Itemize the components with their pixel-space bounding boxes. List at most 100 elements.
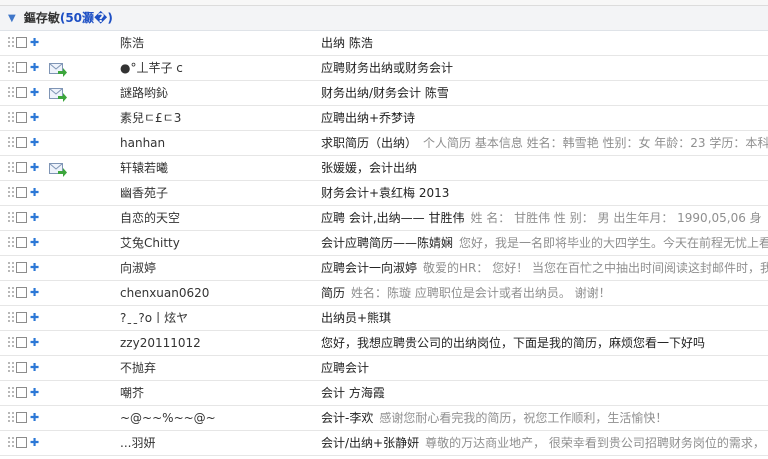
mail-subject-cell[interactable]: 会计应聘简历——陈婧娴 您好，我是一名即将毕业的大四学生。今天在前程无忧上看 xyxy=(321,231,768,255)
mail-sender[interactable]: 轩辕若曦 xyxy=(120,156,310,180)
mail-subject-cell[interactable]: 会计/出纳+张静妍 尊敬的万达商业地产， 很荣幸看到贵公司招聘财务岗位的需求， xyxy=(321,431,768,455)
mail-row[interactable]: ✚ hanhan 求职简历（出纳） 个人简历 基本信息 姓名：韩雪艳 性别：女 年龄：… xyxy=(0,131,768,156)
plus-icon[interactable]: ✚ xyxy=(30,306,42,330)
mail-sender[interactable]: 幽香苑子 xyxy=(120,181,310,205)
select-checkbox[interactable] xyxy=(16,362,27,373)
mail-sender[interactable]: ~@~~%~~@~ xyxy=(120,406,310,430)
mail-subject-cell[interactable]: 应聘 会计,出纳—— 甘胜伟姓 名： 甘胜伟 性 别： 男 出生年月： 1990… xyxy=(321,206,768,230)
mail-subject-cell[interactable]: 应聘财务出纳或财务会计 xyxy=(321,56,768,80)
mail-sender[interactable]: ...羽妍 xyxy=(120,431,310,455)
mail-sender[interactable]: 素兒ㄷ£ㄷ3 xyxy=(120,106,310,130)
mail-row[interactable]: ✚ ~@~~%~~@~ 会计-李欢 感谢您耐心看完我的简历，祝您工作顺利，生活愉快！ xyxy=(0,406,768,431)
mail-row[interactable]: ✚ 不抛弃 应聘会计 xyxy=(0,356,768,381)
mail-sender[interactable]: 陈浩 xyxy=(120,31,310,55)
mail-subject-cell[interactable]: 应聘出纳+乔梦诗 xyxy=(321,106,768,130)
mail-sender[interactable]: chenxuan0620 xyxy=(120,281,310,305)
select-checkbox[interactable] xyxy=(16,312,27,323)
mail-row[interactable]: ✚ ●°丄芊子 c 应聘财务出纳或财务会计 xyxy=(0,56,768,81)
drag-handle-icon[interactable] xyxy=(8,237,14,249)
plus-icon[interactable]: ✚ xyxy=(30,181,42,205)
plus-icon[interactable]: ✚ xyxy=(30,206,42,230)
mail-subject-cell[interactable]: 会计 方海霞 xyxy=(321,381,768,405)
plus-icon[interactable]: ✚ xyxy=(30,331,42,355)
mail-subject-cell[interactable]: 出纳 陈浩 xyxy=(321,31,768,55)
select-checkbox[interactable] xyxy=(16,412,27,423)
drag-handle-icon[interactable] xyxy=(8,162,14,174)
mail-row[interactable]: ✚ ...羽妍 会计/出纳+张静妍 尊敬的万达商业地产， 很荣幸看到贵公司招聘财务岗位… xyxy=(0,431,768,456)
mail-row[interactable]: ✚ 向淑婷 应聘会计一向淑婷 敬爱的HR： 您好！ 当您在百忙之中抽出时间阅读这封邮件… xyxy=(0,256,768,281)
plus-icon[interactable]: ✚ xyxy=(30,31,42,55)
mail-group-header[interactable]: ▼ 鏂存敏(50灏�) xyxy=(0,6,768,31)
mail-sender[interactable]: ●°丄芊子 c xyxy=(120,56,310,80)
select-checkbox[interactable] xyxy=(16,62,27,73)
drag-handle-icon[interactable] xyxy=(8,412,14,424)
mail-row[interactable]: ✚ 嘲芥 会计 方海霞 xyxy=(0,381,768,406)
select-checkbox[interactable] xyxy=(16,262,27,273)
mail-row[interactable]: ✚ zzy20111012 您好，我想应聘贵公司的出纳岗位，下面是我的简历，麻烦您看… xyxy=(0,331,768,356)
select-checkbox[interactable] xyxy=(16,187,27,198)
chevron-down-icon[interactable]: ▼ xyxy=(8,7,20,31)
mail-sender[interactable]: 不抛弃 xyxy=(120,356,310,380)
mail-sender[interactable]: 艾兔Chitty xyxy=(120,231,310,255)
plus-icon[interactable]: ✚ xyxy=(30,281,42,305)
mail-subject-cell[interactable]: 财务会计+袁红梅 2013 xyxy=(321,181,768,205)
mail-subject-cell[interactable]: 会计-李欢 感谢您耐心看完我的简历，祝您工作顺利，生活愉快！ xyxy=(321,406,768,430)
select-checkbox[interactable] xyxy=(16,162,27,173)
select-checkbox[interactable] xyxy=(16,237,27,248)
drag-handle-icon[interactable] xyxy=(8,262,14,274)
drag-handle-icon[interactable] xyxy=(8,437,14,449)
plus-icon[interactable]: ✚ xyxy=(30,131,42,155)
mail-row[interactable]: ✚ 艾兔Chitty 会计应聘简历——陈婧娴 您好，我是一名即将毕业的大四学生。今天在… xyxy=(0,231,768,256)
mail-subject-cell[interactable]: 应聘会计一向淑婷 敬爱的HR： 您好！ 当您在百忙之中抽出时间阅读这封邮件时，我 xyxy=(321,256,768,280)
mail-sender[interactable]: 自恋的天空 xyxy=(120,206,310,230)
mail-subject-cell[interactable]: 应聘会计 xyxy=(321,356,768,380)
plus-icon[interactable]: ✚ xyxy=(30,406,42,430)
plus-icon[interactable]: ✚ xyxy=(30,256,42,280)
mail-row[interactable]: ✚ 幽香苑子 财务会计+袁红梅 2013 xyxy=(0,181,768,206)
mail-subject-cell[interactable]: 张媛媛，会计出纳 xyxy=(321,156,768,180)
select-checkbox[interactable] xyxy=(16,337,27,348)
drag-handle-icon[interactable] xyxy=(8,212,14,224)
drag-handle-icon[interactable] xyxy=(8,112,14,124)
select-checkbox[interactable] xyxy=(16,37,27,48)
mail-arrow-icon[interactable] xyxy=(49,161,67,177)
select-checkbox[interactable] xyxy=(16,112,27,123)
plus-icon[interactable]: ✚ xyxy=(30,381,42,405)
mail-sender[interactable]: 向淑婷 xyxy=(120,256,310,280)
mail-sender[interactable]: 謎路哟鈊 xyxy=(120,81,310,105)
drag-handle-icon[interactable] xyxy=(8,137,14,149)
mail-row[interactable]: ✚ 陈浩 出纳 陈浩 xyxy=(0,31,768,56)
select-checkbox[interactable] xyxy=(16,387,27,398)
mail-arrow-icon[interactable] xyxy=(49,86,67,102)
mail-subject-cell[interactable]: 您好，我想应聘贵公司的出纳岗位，下面是我的简历，麻烦您看一下好吗 xyxy=(321,331,768,355)
drag-handle-icon[interactable] xyxy=(8,87,14,99)
mail-row[interactable]: ✚ 謎路哟鈊 财务出纳/财务会计 陈雪 xyxy=(0,81,768,106)
mail-subject-cell[interactable]: 求职简历（出纳） 个人简历 基本信息 姓名：韩雪艳 性别：女 年龄：23 学历：本… xyxy=(321,131,768,155)
mail-subject-cell[interactable]: 出纳员+熊琪 xyxy=(321,306,768,330)
mail-arrow-icon[interactable] xyxy=(49,61,67,77)
plus-icon[interactable]: ✚ xyxy=(30,156,42,180)
mail-subject-cell[interactable]: 财务出纳/财务会计 陈雪 xyxy=(321,81,768,105)
plus-icon[interactable]: ✚ xyxy=(30,431,42,455)
mail-row[interactable]: ✚ 自恋的天空 应聘 会计,出纳—— 甘胜伟姓 名： 甘胜伟 性 别： 男 出生年月… xyxy=(0,206,768,231)
mail-sender[interactable]: 嘲芥 xyxy=(120,381,310,405)
select-checkbox[interactable] xyxy=(16,87,27,98)
plus-icon[interactable]: ✚ xyxy=(30,81,42,105)
mail-sender[interactable]: hanhan xyxy=(120,131,310,155)
plus-icon[interactable]: ✚ xyxy=(30,231,42,255)
drag-handle-icon[interactable] xyxy=(8,362,14,374)
drag-handle-icon[interactable] xyxy=(8,337,14,349)
drag-handle-icon[interactable] xyxy=(8,312,14,324)
mail-subject-cell[interactable]: 简历 姓名：陈璇 应聘职位是会计或者出纳员。 谢谢！ xyxy=(321,281,768,305)
select-checkbox[interactable] xyxy=(16,437,27,448)
drag-handle-icon[interactable] xyxy=(8,387,14,399)
plus-icon[interactable]: ✚ xyxy=(30,356,42,380)
drag-handle-icon[interactable] xyxy=(8,287,14,299)
drag-handle-icon[interactable] xyxy=(8,187,14,199)
select-checkbox[interactable] xyxy=(16,212,27,223)
plus-icon[interactable]: ✚ xyxy=(30,56,42,80)
plus-icon[interactable]: ✚ xyxy=(30,106,42,130)
mail-row[interactable]: ✚ 轩辕若曦 张媛媛，会计出纳 xyxy=(0,156,768,181)
mail-row[interactable]: ✚ 素兒ㄷ£ㄷ3 应聘出纳+乔梦诗 xyxy=(0,106,768,131)
drag-handle-icon[interactable] xyxy=(8,62,14,74)
